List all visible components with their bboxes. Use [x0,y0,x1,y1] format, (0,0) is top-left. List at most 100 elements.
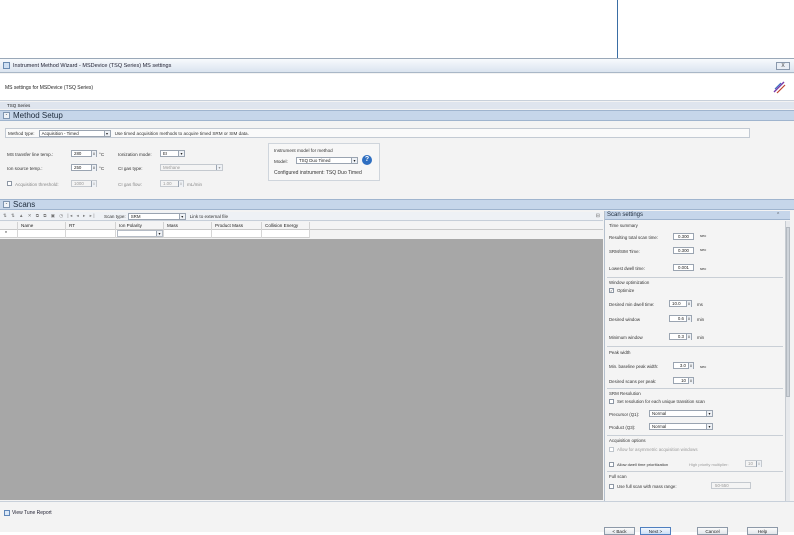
cell-ion-polarity[interactable]: ▾ [116,230,164,238]
cell-collision-energy[interactable] [262,230,310,238]
toolbar-icons[interactable]: ⇅ ⇅ ▲ ✕ ⧉ ⧉ ▣ ◷ |◂ ◂ ▸ ▸| [3,213,96,219]
next-button[interactable]: Next > [640,527,671,535]
help-icon[interactable]: ? [362,155,372,165]
spinner-icon[interactable]: ⇕ [688,363,693,369]
collapse-icon[interactable]: - [3,201,10,208]
minimum-window-input[interactable]: 0.3 ⇕ [669,333,692,340]
close-button[interactable]: X [776,62,790,70]
scrollbar-thumb[interactable] [786,227,790,397]
desired-min-dwell-input[interactable]: 10.0 ⇕ [669,300,692,307]
spinner-icon[interactable]: ⇕ [686,301,691,307]
model-value: TSQ Duo Timed [299,158,331,163]
srm-sim-time-label: SRM/SIM Time: [609,249,640,254]
col-product-mass[interactable]: Product Mass [212,222,262,230]
help-button[interactable]: Help [747,527,778,535]
scan-type-select[interactable]: SRM ▾ [127,212,186,220]
use-full-scan-checkbox[interactable] [609,484,614,489]
spinner-icon[interactable]: ⇕ [91,151,96,157]
collapse-icon[interactable]: - [3,112,10,119]
cell-product-mass[interactable] [212,230,262,238]
view-tune-report-link[interactable]: View Tune Report [4,510,52,516]
min-baseline-label: Min. baseline peak width: [609,364,659,369]
spinner-icon[interactable]: ⇕ [91,181,96,187]
ms-transfer-input[interactable]: 280 ⇕ [71,150,97,157]
desired-scans-input[interactable]: 10 ⇕ [673,377,694,384]
settings-scrollbar[interactable] [785,221,790,501]
spinner-icon[interactable]: ⇕ [688,378,693,384]
instrument-model-label: Instrument model for method [274,148,333,153]
scan-settings-title: Scan settings [607,212,644,218]
desired-window-input[interactable]: 0.6 ⇕ [669,315,692,322]
sec-unit: sec [700,233,707,238]
col-rt[interactable]: RT [66,222,116,230]
scan-table-header: Name RT Ion Polarity Mass Product Mass C… [0,222,603,230]
desired-min-dwell-value: 10.0 [672,301,681,306]
srm-sim-time-field: 0.300 [673,247,694,254]
precursor-label: Precursor (Q1): [609,412,640,417]
pin-icon[interactable]: ⊟ [596,213,600,219]
ion-source-label: Ion source temp.: [7,166,43,171]
min-baseline-input[interactable]: 3.0 ⇕ [673,362,694,369]
ci-gas-type-select[interactable]: Methane ▾ [160,164,223,171]
lowest-dwell-value: 0.001 [678,265,689,270]
ionization-select[interactable]: EI ▾ [160,150,185,157]
scan-grid-empty-area [0,239,603,500]
cell-mass[interactable] [164,230,212,238]
sec-unit: sec [700,266,707,271]
ion-polarity-select[interactable]: ▾ [117,230,163,237]
col-ion-polarity[interactable]: Ion Polarity [116,222,164,230]
spinner-icon[interactable]: ⇕ [178,181,183,187]
method-setup-header[interactable]: - Method Setup [0,110,794,121]
acq-threshold-input[interactable]: 1000 ⇕ [71,180,97,187]
row-selector-header [0,222,18,230]
spinner-icon[interactable]: ⇕ [686,316,691,322]
col-collision-energy[interactable]: Collision Energy [262,222,310,230]
mass-range-value: 50-550 [715,483,729,488]
chevron-down-icon: ▾ [178,213,185,219]
product-value: Normal [652,424,667,429]
new-row-marker: * [0,230,18,238]
spinner-icon[interactable]: ⇕ [686,334,691,340]
scans-header[interactable]: - Scans [0,199,794,210]
acquisition-options-label: Acquisition options [609,438,646,443]
back-button[interactable]: < Back [604,527,635,535]
cell-rt[interactable] [66,230,116,238]
wizard-subtitle: MS settings for MSDevice (TSQ Series) [5,85,94,91]
table-row[interactable]: * ▾ [0,230,310,238]
sec-unit: sec [700,364,707,369]
min-unit: min [697,335,705,340]
acq-threshold-checkbox[interactable] [7,181,12,186]
allow-asymmetric-checkbox[interactable] [609,447,614,452]
collapse-up-icon[interactable]: ⌃ [776,212,780,218]
col-name[interactable]: Name [18,222,66,230]
configured-instrument: Configured instrument: TSQ Duo Timed [274,170,362,176]
ci-gas-flow-input[interactable]: 1.00 ⇕ [160,180,184,187]
method-type-select[interactable]: Acquisition - Timed ▾ [38,129,111,137]
optimize-checkbox[interactable]: ✓ [609,288,614,293]
col-mass[interactable]: Mass [164,222,212,230]
link-external-file[interactable]: Link to external file [190,214,228,219]
spinner-icon[interactable]: ⇕ [756,461,761,467]
set-resolution-checkbox[interactable] [609,399,614,404]
peak-width-label: Peak width [609,350,631,355]
series-bar: TSQ Series [0,102,794,109]
allow-dwell-checkbox[interactable] [609,462,614,467]
product-select[interactable]: Normal ▾ [649,423,713,430]
window-title: Instrument Method Wizard - MSDevice (TSQ… [13,62,172,69]
desired-scans-label: Desired scans per peak: [609,379,657,384]
ion-source-input[interactable]: 250 ⇕ [71,164,97,171]
title-bar: Instrument Method Wizard - MSDevice (TSQ… [0,59,794,73]
view-tune-report-label: View Tune Report [12,510,52,516]
cancel-button[interactable]: Cancel [697,527,728,535]
high-priority-input[interactable]: 10 ⇕ [745,460,762,467]
resulting-scan-time-value: 0.300 [678,234,689,239]
report-icon [4,510,10,516]
scan-settings-panel: Scan settings ⌃ Time summary Resulting t… [604,211,790,501]
cell-name[interactable] [18,230,66,238]
spinner-icon[interactable]: ⇕ [91,165,96,171]
precursor-select[interactable]: Normal ▾ [649,410,713,417]
model-select[interactable]: TSQ Duo Timed ▾ [296,157,358,164]
divider [607,435,783,437]
mass-range-input[interactable]: 50-550 [711,482,751,489]
divider [607,388,783,390]
